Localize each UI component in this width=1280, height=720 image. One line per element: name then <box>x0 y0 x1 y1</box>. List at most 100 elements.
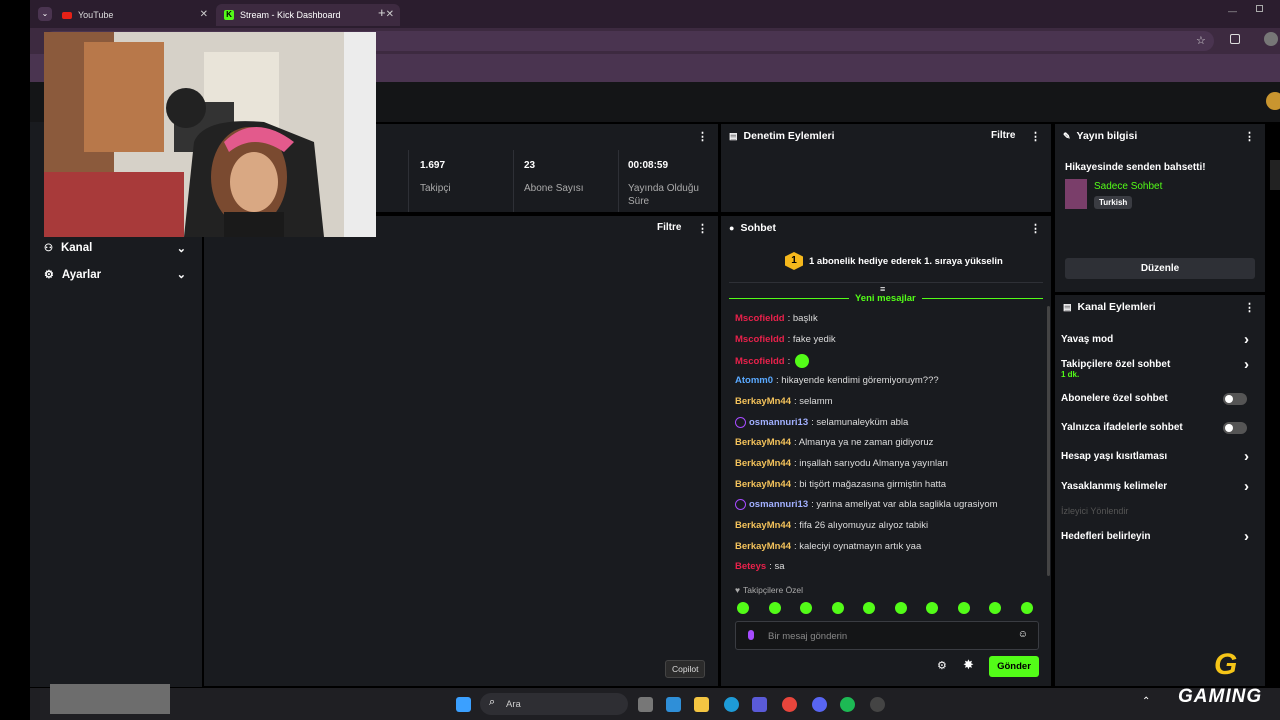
chat-username[interactable]: osmannuri13 <box>749 499 808 510</box>
more-options-icon[interactable]: ⋮ <box>1244 130 1255 143</box>
chat-username[interactable]: osmannuri13 <box>749 417 808 428</box>
stat-uptime-label: Yayında Olduğu Süre <box>628 183 699 207</box>
channel-actions-panel: ▤ Kanal Eylemleri ⋮ Yavaş mod › Takipçiler… <box>1055 295 1265 686</box>
avatar[interactable] <box>1266 92 1280 110</box>
tab-youtube[interactable]: YouTube ✕ <box>54 4 214 26</box>
chevron-up-icon[interactable]: ⌃ <box>1142 696 1150 707</box>
emote-icon[interactable] <box>957 602 970 614</box>
more-options-icon[interactable]: ⋮ <box>1030 222 1041 235</box>
emote-icon[interactable] <box>737 602 749 614</box>
chat-text: : hikayende kendimi göremiyoruym??? <box>776 375 939 387</box>
star-icon[interactable]: ☆ <box>1196 34 1206 47</box>
minimize-icon[interactable]: — <box>1228 6 1237 16</box>
chat-message: Mscofieldd: <box>735 354 810 369</box>
chat-message: osmannuri13: selamunaleyküm abla <box>735 416 908 428</box>
discord-icon[interactable] <box>812 697 827 712</box>
chat-username[interactable]: BerkayMn44 <box>735 520 791 531</box>
emote-icon[interactable] <box>894 602 907 614</box>
extensions-icon[interactable] <box>1230 34 1240 44</box>
chat-username[interactable]: Atomm0 <box>735 375 773 386</box>
new-tab-button[interactable]: + <box>378 5 386 20</box>
profile-icon[interactable] <box>1264 32 1278 46</box>
toggle-switch[interactable] <box>1223 422 1247 434</box>
more-options-icon[interactable]: ⋮ <box>1030 130 1041 143</box>
emoji-icon[interactable]: ☺ <box>1018 629 1028 640</box>
chat-username[interactable]: BerkayMn44 <box>735 458 791 469</box>
emote-icon[interactable] <box>926 602 938 614</box>
emote-icon[interactable] <box>831 602 844 614</box>
spotify-icon[interactable] <box>840 697 855 712</box>
document-icon: ▤ <box>729 130 738 141</box>
chat-message: BerkayMn44: bi tişört mağazasına girmişt… <box>735 479 946 490</box>
chat-username[interactable]: BerkayMn44 <box>735 437 791 448</box>
send-button[interactable]: Gönder <box>989 656 1039 677</box>
obs-icon[interactable] <box>870 697 885 712</box>
emote-picker-icon[interactable]: ✸ <box>963 657 974 673</box>
microphone-icon[interactable] <box>748 630 754 640</box>
windows-start-icon[interactable] <box>456 697 471 712</box>
kick-icon: K <box>224 10 234 20</box>
edge-icon[interactable] <box>724 697 739 712</box>
chevron-right-icon: › <box>1244 478 1249 495</box>
chat-username[interactable]: Mscofieldd <box>735 313 785 324</box>
emote-icon[interactable] <box>768 602 781 614</box>
settings-icon[interactable]: ⚙ <box>937 659 947 672</box>
chat-username[interactable]: Mscofieldd <box>735 356 785 367</box>
chat-username[interactable]: BerkayMn44 <box>735 396 791 407</box>
file-explorer-icon[interactable] <box>694 697 709 712</box>
chat-text: : fake yedik <box>787 333 836 345</box>
panel-title: Denetim Eylemleri <box>743 130 835 142</box>
chat-username[interactable]: Mscofieldd <box>735 334 785 345</box>
sidebar-item-ayarlar[interactable]: ⚙ Ayarlar ⌄ <box>44 268 192 282</box>
watermark-logo: G <box>1214 648 1238 681</box>
tab-search-button[interactable]: ⌄ <box>38 7 52 21</box>
chevron-down-icon: ⌄ <box>176 242 186 255</box>
heart-icon: ♥ <box>735 585 741 595</box>
tab-label: Stream - Kick Dashboard <box>240 10 341 20</box>
filter-button[interactable]: Filtre <box>991 130 1015 141</box>
tab-kick-dashboard[interactable]: K Stream - Kick Dashboard ✕ <box>216 4 400 26</box>
copilot-icon[interactable] <box>666 697 681 712</box>
chat-username[interactable]: BerkayMn44 <box>735 479 791 490</box>
maximize-icon[interactable] <box>1256 5 1263 12</box>
edit-button[interactable]: Düzenle <box>1065 258 1255 279</box>
chat-username[interactable]: BerkayMn44 <box>735 541 791 552</box>
chrome-icon[interactable] <box>782 697 797 712</box>
new-messages-label: Yeni mesajlar <box>849 293 922 304</box>
channel-action-item[interactable]: Abonelere özel sohbet <box>1061 393 1255 405</box>
channel-action-item[interactable]: Yasaklanmış kelimeler › <box>1061 478 1255 495</box>
emote-icon[interactable] <box>1020 602 1033 614</box>
store-icon[interactable] <box>752 697 767 712</box>
leaderboard-banner[interactable]: 1 1 abonelik hediye ederek 1. sıraya yük… <box>785 252 1003 270</box>
more-options-icon[interactable]: ⋮ <box>1244 301 1255 314</box>
taskbar-search[interactable]: ⌕ Ara <box>480 693 628 715</box>
channel-action-item[interactable]: Hedefleri belirleyin › <box>1061 528 1255 545</box>
emote-icon[interactable] <box>800 602 812 614</box>
filter-button[interactable]: Filtre <box>657 222 681 233</box>
scrollbar[interactable] <box>1047 306 1050 576</box>
emote-icon[interactable] <box>989 602 1001 614</box>
channel-action-item[interactable]: Yalnızca ifadelerle sohbet <box>1061 422 1255 434</box>
channel-action-item[interactable]: Takipçilere özel sohbet 1 dk. › <box>1061 356 1255 379</box>
chevron-right-icon: › <box>1244 448 1249 465</box>
category-thumbnail <box>1065 179 1087 209</box>
more-options-icon[interactable]: ⋮ <box>697 222 708 235</box>
more-options-icon[interactable]: ⋮ <box>697 130 708 143</box>
close-icon[interactable]: ✕ <box>386 9 394 20</box>
chat-message: Beteys: sa <box>735 561 784 572</box>
chat-text: : bi tişört mağazasına girmiştin hatta <box>793 478 947 490</box>
chat-username[interactable]: Beteys <box>735 561 766 572</box>
chevron-right-icon: › <box>1244 356 1249 373</box>
chat-input[interactable]: Bir mesaj gönderin ☺ <box>735 621 1039 650</box>
toggle-switch[interactable] <box>1223 393 1247 405</box>
sidebar-item-kanal[interactable]: ⚇ Kanal ⌄ <box>44 242 192 255</box>
webcam-overlay <box>44 32 376 237</box>
user-badge-icon <box>735 499 746 511</box>
close-icon[interactable]: ✕ <box>200 9 208 20</box>
chat-text: : <box>787 355 791 367</box>
channel-action-item[interactable]: Yavaş mod › <box>1061 331 1255 348</box>
task-view-icon[interactable] <box>638 697 653 712</box>
emote-icon[interactable] <box>863 602 875 614</box>
category-name[interactable]: Sadece Sohbet <box>1094 181 1162 192</box>
channel-action-item[interactable]: Hesap yaşı kısıtlaması › <box>1061 448 1255 465</box>
